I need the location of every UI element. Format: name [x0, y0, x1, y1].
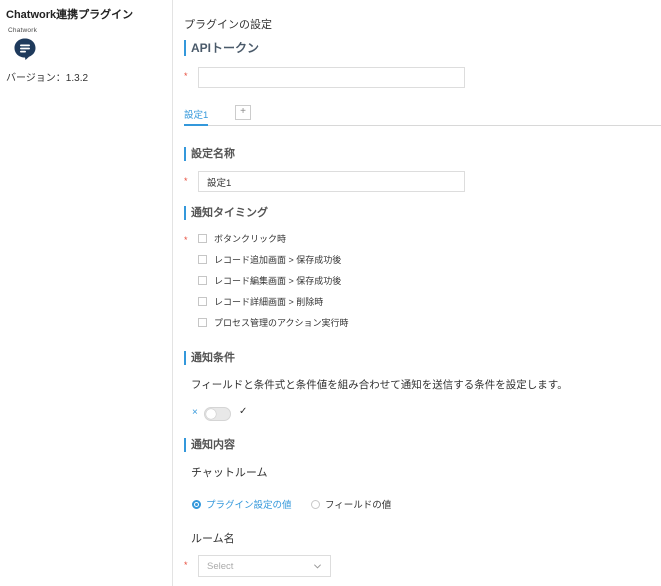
checkbox-label: レコード追加画面 > 保存成功後	[214, 254, 342, 265]
chevron-down-icon	[313, 564, 322, 569]
required-mark: *	[184, 235, 188, 245]
checkbox-label: レコード編集画面 > 保存成功後	[214, 275, 342, 286]
room-name-label: ルーム名	[191, 533, 235, 545]
radio-field-value[interactable]: フィールドの値	[311, 497, 391, 511]
page-title: プラグインの設定	[184, 19, 272, 31]
radio-label: フィールドの値	[325, 500, 392, 511]
timing-option-record-edit[interactable]: レコード編集画面 > 保存成功後	[198, 273, 341, 287]
radio-button[interactable]	[192, 499, 201, 509]
toggle-knob	[206, 409, 216, 419]
checkbox-label: ボタンクリック時	[214, 233, 287, 244]
tab-setting-1[interactable]: 設定1	[184, 107, 208, 121]
checkbox-label: レコード詳細画面 > 削除時	[214, 296, 324, 307]
radio-button[interactable]	[311, 499, 320, 509]
api-token-input[interactable]	[198, 67, 465, 88]
checkbox[interactable]	[198, 254, 207, 264]
settings-panel: プラグインの設定 APIトークン * 設定1 + 設定名称 * 通知タイミング …	[173, 0, 661, 586]
checkbox-label: プロセス管理のアクション実行時	[214, 317, 349, 328]
radio-plugin-value[interactable]: プラグイン設定の値	[192, 497, 292, 511]
conditions-heading: 通知条件	[184, 351, 235, 365]
active-tab-indicator	[184, 124, 208, 126]
select-placeholder: Select	[207, 561, 234, 572]
checkbox[interactable]	[198, 275, 207, 285]
checkbox[interactable]	[198, 233, 207, 243]
tab-divider	[184, 125, 661, 126]
timing-heading: 通知タイミング	[184, 206, 268, 220]
required-mark: *	[184, 176, 188, 186]
chat-bubble-icon	[14, 38, 36, 60]
required-mark: *	[184, 71, 188, 81]
setting-name-input[interactable]	[198, 171, 465, 192]
room-name-select[interactable]: Select	[198, 555, 331, 577]
required-mark: *	[184, 560, 188, 570]
chat-room-label: チャットルーム	[191, 467, 268, 479]
add-tab-button[interactable]: +	[235, 105, 251, 120]
conditions-description: フィールドと条件式と条件値を組み合わせて通知を送信する条件を設定します。	[191, 379, 568, 391]
radio-label: プラグイン設定の値	[206, 500, 292, 511]
conditions-toggle[interactable]	[204, 407, 231, 421]
toggle-on-icon: ✓	[239, 406, 248, 417]
chatwork-logo-text: Chatwork	[8, 27, 38, 34]
timing-option-record-add[interactable]: レコード追加画面 > 保存成功後	[198, 252, 341, 266]
plugin-version: バージョン：1.3.2	[6, 73, 89, 84]
setting-name-heading: 設定名称	[184, 147, 235, 161]
timing-option-process-action[interactable]: プロセス管理のアクション実行時	[198, 315, 349, 329]
timing-option-record-delete[interactable]: レコード詳細画面 > 削除時	[198, 294, 323, 308]
checkbox[interactable]	[198, 317, 207, 327]
sidebar: Chatwork連携プラグイン Chatwork バージョン：1.3.2	[0, 0, 173, 586]
toggle-off-icon: ×	[192, 407, 198, 418]
api-token-heading: APIトークン	[184, 40, 259, 56]
content-heading: 通知内容	[184, 438, 235, 452]
plugin-title: Chatwork連携プラグイン	[6, 9, 134, 21]
checkbox[interactable]	[198, 296, 207, 306]
timing-option-button-click[interactable]: ボタンクリック時	[198, 231, 286, 245]
